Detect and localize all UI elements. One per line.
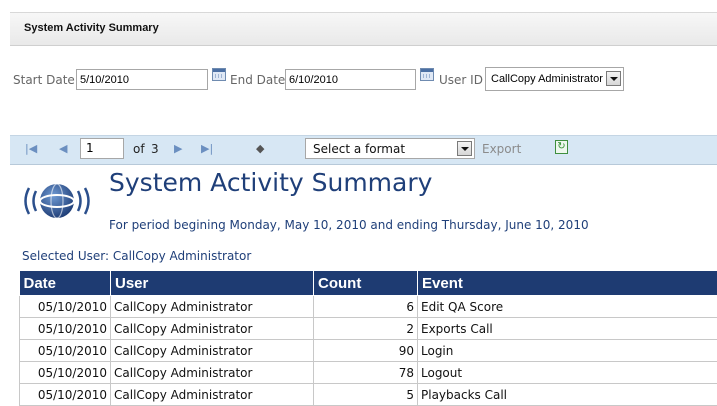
total-pages: 3 <box>151 142 159 156</box>
cell-event: Playbacks Call <box>418 384 717 406</box>
table-row: 05/10/2010 CallCopy Administrator 2 Expo… <box>20 318 717 340</box>
start-date-label: Start Date <box>13 73 75 87</box>
cell-user: CallCopy Administrator <box>111 318 314 340</box>
end-date-label: End Date <box>230 73 285 87</box>
report-period: For period begining Monday, May 10, 2010… <box>109 218 589 232</box>
report-title: System Activity Summary <box>109 168 432 197</box>
of-label: of <box>133 142 145 156</box>
table-row: 05/10/2010 CallCopy Administrator 5 Play… <box>20 384 717 406</box>
refresh-icon[interactable]: ↻ <box>555 140 568 154</box>
company-logo-icon <box>22 178 92 224</box>
export-format-value: Select a format <box>313 142 405 156</box>
cell-event: Edit QA Score <box>418 296 717 318</box>
selected-user: Selected User: CallCopy Administrator <box>22 249 251 263</box>
export-link[interactable]: Export <box>482 142 521 156</box>
back-icon[interactable]: ◆ <box>256 143 264 154</box>
column-header-user[interactable]: User <box>111 271 314 296</box>
cell-date: 05/10/2010 <box>20 318 111 340</box>
column-header-event[interactable]: Event <box>418 271 717 296</box>
first-page-icon[interactable]: |◀ <box>25 143 37 154</box>
user-id-value: CallCopy Administrator <box>491 73 603 85</box>
cell-count: 90 <box>314 340 418 362</box>
cell-date: 05/10/2010 <box>20 296 111 318</box>
chevron-down-icon[interactable] <box>457 141 472 156</box>
user-id-select[interactable]: CallCopy Administrator <box>485 67 624 91</box>
cell-event: Logout <box>418 362 717 384</box>
cell-count: 2 <box>314 318 418 340</box>
calendar-icon[interactable] <box>420 68 434 81</box>
user-id-label: User ID <box>439 73 483 87</box>
page-title: System Activity Summary <box>24 22 159 34</box>
chevron-down-icon[interactable] <box>606 71 621 86</box>
end-date-input[interactable]: 6/10/2010 <box>285 69 416 90</box>
page-header: System Activity Summary <box>10 12 717 46</box>
cell-date: 05/10/2010 <box>20 384 111 406</box>
cell-user: CallCopy Administrator <box>111 296 314 318</box>
column-header-date[interactable]: Date <box>20 271 111 296</box>
cell-event: Exports Call <box>418 318 717 340</box>
cell-count: 5 <box>314 384 418 406</box>
cell-count: 78 <box>314 362 418 384</box>
table-row: 05/10/2010 CallCopy Administrator 90 Log… <box>20 340 717 362</box>
table-header-row: Date User Count Event <box>20 271 717 296</box>
page-number-input[interactable]: 1 <box>80 138 124 159</box>
export-format-select[interactable]: Select a format <box>305 138 475 159</box>
next-page-icon[interactable]: ▶ <box>174 143 182 154</box>
cell-user: CallCopy Administrator <box>111 340 314 362</box>
previous-page-icon[interactable]: ◀ <box>59 143 67 154</box>
column-header-count[interactable]: Count <box>314 271 418 296</box>
cell-user: CallCopy Administrator <box>111 384 314 406</box>
last-page-icon[interactable]: ▶| <box>201 143 213 154</box>
activity-table: Date User Count Event 05/10/2010 CallCop… <box>19 271 717 406</box>
cell-date: 05/10/2010 <box>20 362 111 384</box>
calendar-icon[interactable] <box>212 68 226 81</box>
table-row: 05/10/2010 CallCopy Administrator 78 Log… <box>20 362 717 384</box>
cell-date: 05/10/2010 <box>20 340 111 362</box>
cell-event: Login <box>418 340 717 362</box>
cell-user: CallCopy Administrator <box>111 362 314 384</box>
table-row: 05/10/2010 CallCopy Administrator 6 Edit… <box>20 296 717 318</box>
cell-count: 6 <box>314 296 418 318</box>
start-date-input[interactable]: 5/10/2010 <box>76 69 208 90</box>
